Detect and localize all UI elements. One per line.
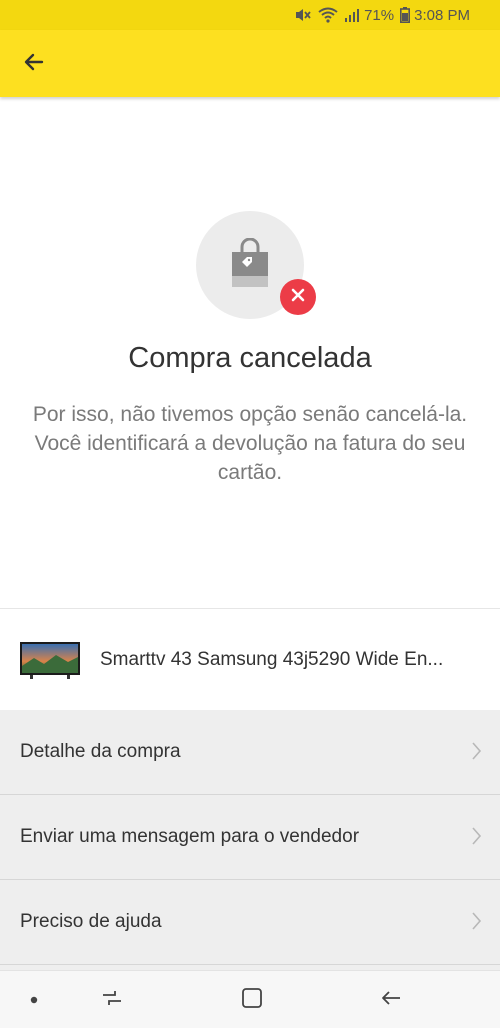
chevron-right-icon	[472, 827, 482, 850]
chevron-right-icon	[472, 742, 482, 765]
cancel-status-section: Compra cancelada Por isso, não tivemos o…	[0, 98, 500, 608]
cancel-message: Por isso, não tivemos opção senão cancel…	[32, 403, 468, 484]
menu-item-label: Enviar uma mensagem para o vendedor	[20, 826, 360, 847]
arrow-left-icon	[22, 50, 46, 79]
back-icon	[380, 989, 402, 1012]
tv-thumbnail	[20, 642, 80, 679]
product-title: Smarttv 43 Samsung 43j5290 Wide En...	[100, 649, 444, 670]
status-time: 3:08 PM	[414, 6, 470, 24]
dot-icon	[30, 991, 38, 1009]
mute-icon	[294, 7, 312, 23]
shopping-bag-icon	[228, 237, 272, 293]
back-button[interactable]	[14, 44, 54, 84]
home-icon	[241, 987, 263, 1014]
chevron-right-icon	[472, 912, 482, 935]
cancel-badge	[280, 279, 316, 315]
menu-item-help[interactable]: Preciso de ajuda	[0, 880, 500, 965]
app-bar	[0, 30, 500, 97]
menu-item-message-seller[interactable]: Enviar uma mensagem para o vendedor	[0, 795, 500, 880]
status-bar: 71% 3:08 PM	[0, 0, 500, 30]
system-nav-bar	[0, 970, 500, 1028]
wifi-icon	[318, 7, 338, 23]
battery-icon	[400, 7, 411, 23]
recents-icon	[101, 989, 123, 1012]
system-back-button[interactable]	[376, 985, 406, 1015]
recents-button[interactable]	[97, 985, 127, 1015]
menu-item-label: Preciso de ajuda	[20, 911, 162, 932]
battery-percent: 71%	[364, 6, 395, 24]
close-icon	[291, 288, 305, 307]
product-row[interactable]: Smarttv 43 Samsung 43j5290 Wide En...	[0, 609, 500, 710]
menu-item-label: Detalhe da compra	[20, 741, 181, 762]
menu-item-purchase-details[interactable]: Detalhe da compra	[0, 710, 500, 795]
nav-dot-button[interactable]	[19, 985, 49, 1015]
options-menu: Detalhe da compra Enviar uma mensagem pa…	[0, 710, 500, 970]
signal-icon	[344, 8, 360, 22]
page-title: Compra cancelada	[128, 342, 372, 374]
home-button[interactable]	[237, 985, 267, 1015]
